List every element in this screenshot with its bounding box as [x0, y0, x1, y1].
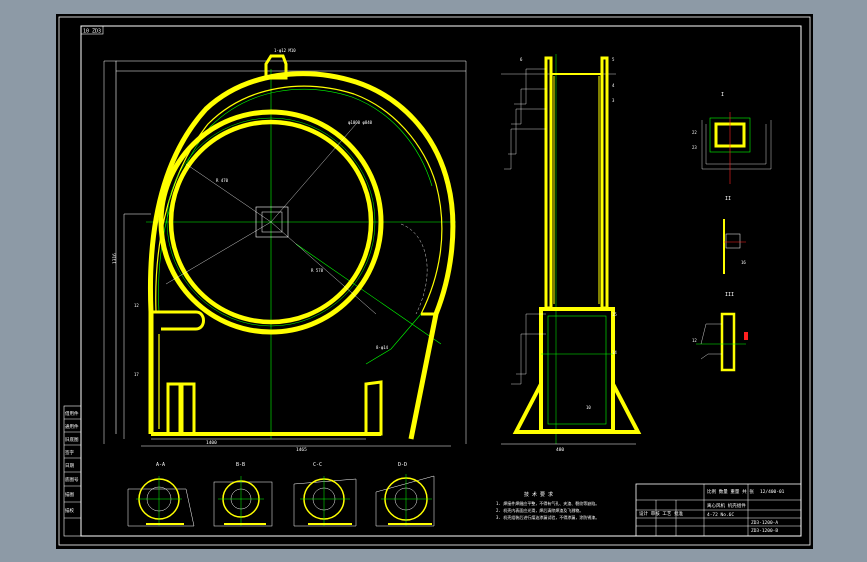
note-line: 1. 焊接件焊缝应平整，不得有气孔、夹渣、裂纹等缺陷。 [496, 500, 599, 506]
side-callout: 17 [134, 372, 139, 377]
radius-callout: R 470 [216, 178, 229, 183]
title-sign-row: 设计 审核 工艺 批准 [639, 510, 684, 517]
title-drawing-no: ZD3-1200-A [751, 520, 778, 526]
drawing-canvas: 10 ZD3 借用件 通用件 旧底图 签字 日期 底图号 描图 描校 1400 … [58, 16, 811, 546]
stamp-label: 描校 [65, 507, 74, 514]
notes-heading: 技 术 要 求 [524, 491, 553, 498]
dim-base-width: 1465 [296, 447, 307, 453]
side-callout: 15 [612, 312, 617, 317]
section-label: B-B [236, 462, 245, 468]
cad-window: 10 ZD3 借用件 通用件 旧底图 签字 日期 底图号 描图 描校 1400 … [0, 0, 867, 562]
detail-view-iii: III 12 [692, 292, 748, 372]
technical-notes: 技 术 要 求 1. 焊接件焊缝应平整，不得有气孔、夹渣、裂纹等缺陷。 2. 机… [496, 491, 599, 520]
dim-sub-width: 1400 [206, 440, 217, 446]
stamp-label: 借用件 [65, 410, 79, 417]
detail-view-ii: II 16 [723, 196, 746, 274]
drawing-viewport[interactable]: 10 ZD3 借用件 通用件 旧底图 签字 日期 底图号 描图 描校 1400 … [56, 14, 813, 549]
section-label: D-D [398, 462, 407, 468]
side-callout: 5 [612, 57, 615, 62]
detail-view-i: I 22 23 [692, 92, 772, 184]
side-callout: 6 [520, 57, 523, 62]
side-callout: 14 [612, 350, 617, 355]
detail-callout: 22 [692, 130, 697, 135]
side-view: 480 6 5 4 3 15 14 10 [501, 54, 642, 453]
radius-callout: R 578 [311, 268, 324, 273]
dim-height: 1316 [112, 253, 118, 264]
volute-front-view: 1400 1465 1316 1-φ12 M10 φ1000 φ840 R 57… [103, 48, 467, 453]
section-views: A-A B-B C-C D-D [127, 462, 435, 527]
title-model: 4-72 No.6C [707, 512, 734, 518]
section-label: A-A [156, 462, 165, 468]
stamp-label: 旧底图 [65, 436, 79, 443]
left-stamp-column: 借用件 通用件 旧底图 签字 日期 底图号 描图 描校 [63, 405, 82, 537]
note-line: 2. 机壳内表面应光滑，焊后清除焊渣及飞溅物。 [496, 507, 583, 513]
top-callout: 1-φ12 M10 [274, 48, 296, 53]
detail-callout: 23 [692, 145, 697, 150]
detail-callout: 16 [741, 260, 746, 265]
stamp-label: 描图 [65, 491, 74, 498]
dim-side-width: 480 [556, 447, 564, 453]
view-label: II [725, 196, 731, 202]
title-name: 离心风机 机壳组件 [707, 502, 746, 509]
title-part-number: 12/400-01 [760, 489, 785, 495]
side-callout: 8-φ14 [376, 345, 389, 350]
corner-tag: 10 ZD3 [83, 29, 101, 35]
flange-callout: φ1000 φ840 [348, 120, 373, 125]
section-label: C-C [313, 462, 322, 468]
side-callout: 12 [134, 303, 139, 308]
title-drawing-no-2: ZD3-1200-B [751, 528, 778, 534]
stamp-label: 底图号 [65, 476, 79, 483]
title-block: 比例 数量 重量 共 张 12/400-01 离心风机 机壳组件 4-72 No… [635, 483, 802, 537]
side-callout: 3 [612, 98, 615, 103]
stamp-label: 日期 [65, 463, 74, 469]
view-label: III [725, 292, 734, 298]
stamp-label: 签字 [65, 449, 74, 456]
side-callout: 10 [586, 405, 591, 410]
stamp-label: 通用件 [65, 423, 79, 430]
detail-callout: 12 [692, 338, 697, 343]
note-line: 3. 机壳组装后进行煤油渗漏试验，不得渗漏，涂防锈漆。 [496, 514, 599, 520]
view-label: I [721, 92, 724, 98]
title-scale-row: 比例 数量 重量 共 张 [707, 488, 754, 495]
side-callout: 4 [612, 83, 615, 88]
